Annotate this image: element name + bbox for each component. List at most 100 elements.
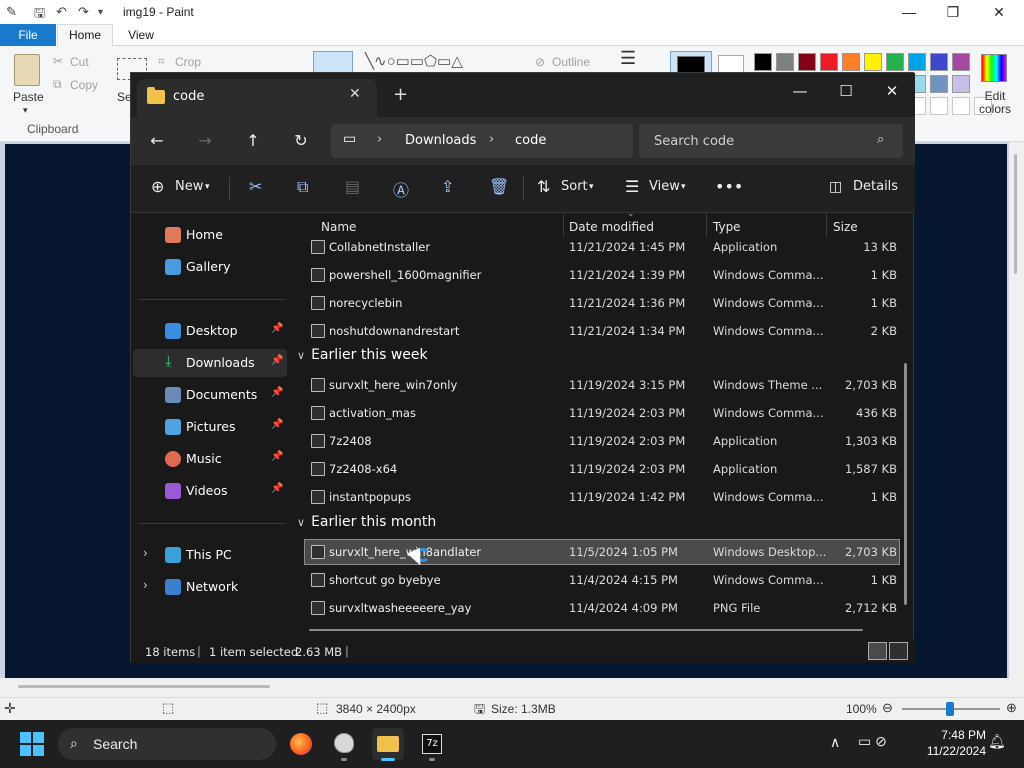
paint-vscroll-thumb[interactable] (1014, 154, 1017, 274)
quick-access-dropdown-icon[interactable]: ▾ (98, 7, 103, 18)
column-divider[interactable] (826, 213, 827, 237)
new-tab-icon[interactable]: + (393, 84, 408, 105)
color-swatch[interactable] (820, 53, 838, 71)
close-tab-icon[interactable]: ✕ (349, 86, 361, 102)
color-swatch[interactable] (798, 53, 816, 71)
paste-icon[interactable]: ▤ (345, 177, 360, 196)
paint-minimize-button[interactable]: — (886, 0, 932, 24)
nav-item-music[interactable]: Music 📌 (133, 445, 287, 473)
paste-dropdown-icon[interactable]: ▾ (23, 105, 28, 116)
paint-vertical-scrollbar[interactable] (1009, 142, 1024, 697)
zoom-out-icon[interactable]: ⊖ (882, 700, 893, 716)
forward-icon[interactable]: → (191, 127, 219, 155)
save-icon[interactable]: 🖫 (34, 4, 45, 26)
rename-icon[interactable]: Ⓐ (393, 177, 409, 201)
search-icon[interactable]: ⌕ (877, 132, 884, 147)
column-header-size[interactable]: Size (833, 220, 858, 234)
breadcrumb-downloads[interactable]: Downloads (405, 133, 476, 148)
nav-item-downloads[interactable]: ⤓ Downloads 📌 (133, 349, 287, 377)
file-row[interactable]: survxlt_here_win8andlater 11/5/2024 1:05 … (304, 539, 900, 565)
color-swatch[interactable] (842, 53, 860, 71)
zoom-in-icon[interactable]: ⊕ (1006, 700, 1017, 716)
chevron-right-icon[interactable]: › (377, 132, 382, 147)
zoom-slider[interactable] (902, 702, 1000, 716)
crop-button[interactable]: Crop (175, 55, 201, 69)
explorer-tab[interactable]: code ✕ (137, 79, 377, 117)
show-hidden-icons-chevron-icon[interactable]: ∧ (830, 734, 840, 751)
more-options-icon[interactable]: ••• (715, 177, 743, 196)
column-divider[interactable] (706, 213, 707, 237)
zoom-slider-thumb[interactable] (946, 702, 954, 716)
firefox-taskbar-icon[interactable] (285, 728, 317, 760)
undo-icon[interactable]: ↶ (56, 4, 67, 20)
refresh-icon[interactable]: ↻ (287, 127, 315, 155)
this-pc-icon[interactable]: ▭ (343, 131, 356, 147)
file-row[interactable]: activation_mas 11/19/2024 2:03 PM Windows … (305, 401, 899, 425)
size-icon[interactable]: ☰ (620, 48, 636, 69)
copy-button[interactable]: Copy (70, 78, 98, 92)
color-swatch[interactable] (886, 53, 904, 71)
file-row[interactable]: instantpopups 11/19/2024 1:42 PM Windows C… (305, 485, 899, 509)
file-explorer-taskbar-icon[interactable] (372, 728, 404, 761)
explorer-minimize-button[interactable]: — (777, 77, 823, 105)
column-header-date-modified[interactable]: Date modified (569, 220, 654, 234)
paint-maximize-button[interactable]: ❐ (930, 0, 976, 24)
color-swatch[interactable] (930, 53, 948, 71)
color-swatch[interactable] (776, 53, 794, 71)
file-row[interactable]: survxltwasheeeeere_yay 11/4/2024 4:09 PM P… (305, 596, 899, 620)
view-button[interactable]: View (649, 179, 680, 194)
start-button[interactable] (20, 732, 44, 756)
custom-color-swatch[interactable] (930, 97, 948, 115)
color-swatch[interactable] (930, 75, 948, 93)
search-input[interactable]: Search code (654, 134, 734, 149)
system-clock[interactable]: 7:48 PM 11/22/2024 (916, 727, 986, 759)
paint-taskbar-icon[interactable] (328, 728, 360, 761)
collapse-chevron-icon[interactable]: ∨ (297, 516, 305, 529)
details-view-button[interactable] (868, 642, 887, 660)
color-swatch[interactable] (908, 53, 926, 71)
custom-color-swatch[interactable] (952, 97, 970, 115)
paint-hscroll-thumb[interactable] (18, 685, 270, 688)
chevron-right-icon[interactable]: › (489, 132, 494, 147)
redo-icon[interactable]: ↷ (78, 4, 89, 20)
nav-item-network[interactable]: › Network (133, 573, 287, 601)
details-button[interactable]: Details (853, 179, 898, 194)
view-dropdown-icon[interactable]: ▾ (681, 182, 686, 192)
search-box[interactable]: Search code ⌕ (639, 124, 903, 158)
tab-home[interactable]: Home (57, 24, 113, 47)
breadcrumb-code[interactable]: code (515, 133, 546, 148)
expand-chevron-icon[interactable]: › (143, 546, 148, 560)
back-icon[interactable]: ← (143, 127, 171, 155)
group-header-earlier-this-month[interactable]: ∨ Earlier this month (297, 514, 436, 536)
7zip-taskbar-icon[interactable]: 7z (416, 728, 448, 761)
delete-icon[interactable]: 🗑 (489, 177, 509, 196)
nav-item-gallery[interactable]: Gallery (133, 253, 287, 281)
nav-item-desktop[interactable]: Desktop 📌 (133, 317, 287, 345)
tab-file[interactable]: File (0, 24, 56, 46)
network-volume-tray-icons[interactable]: ▭ ⊘ (858, 733, 887, 750)
paint-horizontal-scrollbar[interactable] (0, 678, 1009, 697)
sort-button[interactable]: Sort (561, 179, 588, 194)
column-header-type[interactable]: Type (713, 220, 741, 234)
shapes-gallery-icon[interactable]: ╲∿○▭▭⬠▭△ (365, 52, 463, 70)
file-row[interactable]: noshutdownandrestart 11/21/2024 1:34 PM Wi… (305, 319, 899, 343)
file-row[interactable]: shortcut go byebye 11/4/2024 4:15 PM Windo… (305, 568, 899, 592)
outline-button[interactable]: Outline (552, 55, 590, 69)
file-list-vertical-scrollbar[interactable] (904, 363, 907, 605)
share-icon[interactable]: ⇪ (441, 177, 454, 196)
notification-bell-icon[interactable]: 🔔︎ (988, 733, 1006, 750)
nav-item-documents[interactable]: Documents 📌 (133, 381, 287, 409)
edit-colors-icon[interactable] (981, 54, 1007, 82)
file-row[interactable]: powershell_1600magnifier 11/21/2024 1:39 … (305, 263, 899, 287)
file-row[interactable]: 7z2408-x64 11/19/2024 2:03 PM Application 1… (305, 457, 899, 481)
nav-item-this-pc[interactable]: › This PC (133, 541, 287, 569)
file-row[interactable]: CollabnetInstaller 11/21/2024 1:45 PM Appl… (305, 235, 899, 259)
address-field[interactable]: ▭ › Downloads › code (331, 124, 633, 158)
nav-item-home[interactable]: Home (133, 221, 287, 249)
nav-item-videos[interactable]: Videos 📌 (133, 477, 287, 505)
new-button[interactable]: New (175, 179, 203, 194)
column-divider[interactable] (563, 213, 564, 237)
cut-button[interactable]: Cut (70, 55, 89, 69)
explorer-close-button[interactable]: ✕ (869, 77, 915, 105)
explorer-maximize-button[interactable]: ☐ (823, 77, 869, 105)
